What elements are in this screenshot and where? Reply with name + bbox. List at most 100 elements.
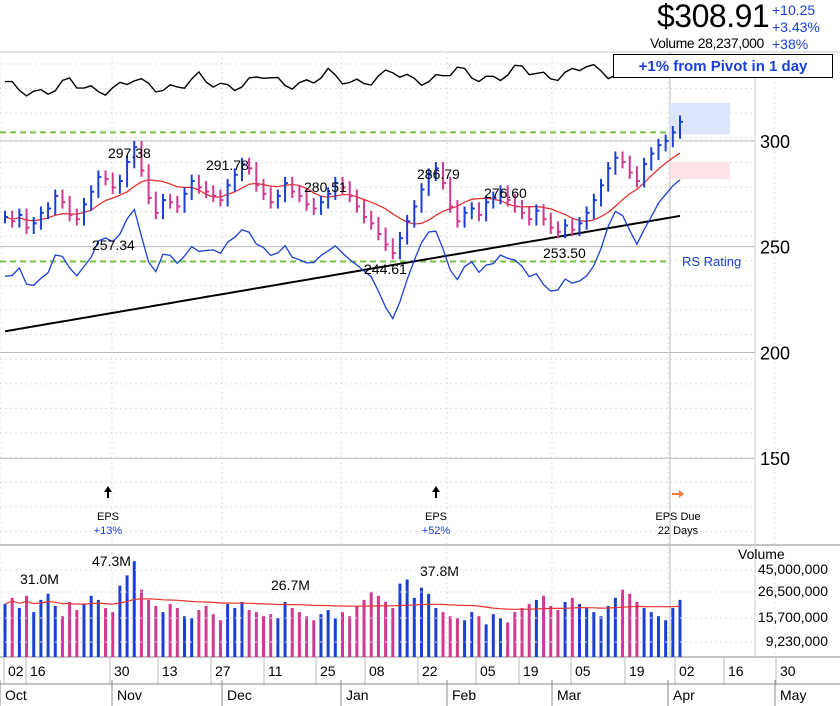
volume-bar xyxy=(664,620,668,657)
volume-bar xyxy=(125,575,129,657)
volume-bar xyxy=(628,593,632,657)
volume-bar xyxy=(592,612,596,657)
volume-bar xyxy=(319,614,323,657)
eps-arrow-icon xyxy=(432,486,440,498)
volume-bar xyxy=(606,606,610,657)
day-tick-label: 11 xyxy=(268,663,283,679)
volume-bar xyxy=(621,589,625,657)
price-quote: $308.91 xyxy=(657,0,770,34)
volume-bar xyxy=(384,601,388,657)
volume-bar xyxy=(369,591,373,657)
volume-bar xyxy=(175,608,179,657)
volume-bar xyxy=(513,612,517,657)
volume-bar xyxy=(297,612,301,657)
volume-bar xyxy=(240,601,244,657)
day-tick-label: 22 xyxy=(422,663,438,679)
eps-label: EPS xyxy=(97,511,119,523)
volume-tick-label: 9,230,000 xyxy=(766,633,828,649)
eps-label: EPS xyxy=(425,511,447,523)
volume-axis-title: Volume xyxy=(738,546,785,562)
volume-bar xyxy=(25,595,29,657)
volume-bar xyxy=(132,561,136,657)
volume-bar xyxy=(642,608,646,657)
volume-bar xyxy=(204,606,208,657)
price-annotation: 280.51 xyxy=(304,179,347,195)
volume-bar xyxy=(139,589,143,657)
change-pct: +3.43% xyxy=(772,19,820,35)
volume-bar xyxy=(197,610,201,657)
volume-bar xyxy=(427,593,431,657)
volume-bar xyxy=(60,616,64,657)
price-annotation: 291.78 xyxy=(206,157,249,173)
volume-bar xyxy=(247,610,251,657)
stock-chart: 150200250300 297.38257.34291.78280.51244… xyxy=(0,51,840,706)
volume-tick-label: 15,700,000 xyxy=(758,609,828,625)
volume-bar xyxy=(520,608,524,657)
volume-annotation: 37.8M xyxy=(420,563,459,579)
volume-bar xyxy=(527,603,531,657)
volume-bar xyxy=(211,614,215,657)
day-tick-label: 13 xyxy=(162,663,178,679)
volume-bar xyxy=(118,585,122,657)
price-annotation: 244.61 xyxy=(364,261,407,277)
volume-bar xyxy=(477,616,481,657)
volume-bar xyxy=(333,618,337,657)
sell-zone-box xyxy=(670,162,730,179)
volume-bar xyxy=(104,608,108,657)
price-annotation: 253.50 xyxy=(543,245,586,261)
volume-bar xyxy=(290,608,294,657)
volume-bar xyxy=(391,608,395,657)
volume-bar xyxy=(89,595,93,657)
volume-bar xyxy=(649,612,653,657)
month-tick-label: Dec xyxy=(227,687,252,703)
volume-bar xyxy=(412,597,416,657)
volume-bar xyxy=(498,618,502,657)
volume-bar xyxy=(599,616,603,657)
volume-bar xyxy=(233,608,237,657)
volume-bar xyxy=(341,612,344,657)
volume-bar xyxy=(254,612,258,657)
volume-bar xyxy=(355,606,359,657)
volume-bar xyxy=(585,608,589,657)
eps-value: 22 Days xyxy=(658,525,699,537)
day-tick-label: 19 xyxy=(523,663,539,679)
change-abs: +10.25 xyxy=(772,2,816,18)
volume-bar xyxy=(563,601,567,657)
volume-bar xyxy=(434,608,438,657)
month-tick-label: Nov xyxy=(117,687,142,703)
day-tick-label: 27 xyxy=(215,663,231,679)
volume-bar xyxy=(549,606,553,657)
eps-due-arrow-icon xyxy=(672,490,684,498)
month-tick-label: Jan xyxy=(346,687,369,703)
volume-bar xyxy=(161,612,165,657)
month-tick-label: May xyxy=(780,687,806,703)
day-tick-label: 30 xyxy=(114,663,130,679)
volume-bar xyxy=(53,606,57,657)
volume-quote: Volume 28,237,000 xyxy=(650,35,764,51)
day-tick-label: 16 xyxy=(728,663,744,679)
volume-bar xyxy=(305,616,309,657)
pivot-badge: +1% from Pivot in 1 day xyxy=(613,54,833,78)
volume-annotation: 26.7M xyxy=(271,577,310,593)
eps-value: +52% xyxy=(422,525,451,537)
volume-bar xyxy=(39,599,43,657)
volume-annotation: 47.3M xyxy=(92,553,131,569)
volume-bar xyxy=(68,601,72,657)
volume-bar xyxy=(441,612,445,657)
day-tick-label: 19 xyxy=(629,663,645,679)
volume-bar xyxy=(183,616,187,657)
volume-bar xyxy=(463,620,467,657)
volume-bar xyxy=(111,612,115,657)
day-tick-label: 02 xyxy=(679,663,695,679)
volume-bar xyxy=(491,614,495,657)
rs-rating-label: RS Rating xyxy=(682,254,741,269)
volume-bar xyxy=(577,603,581,657)
day-tick-label: 02 xyxy=(8,663,24,679)
volume-bar xyxy=(154,606,158,657)
volume-bar xyxy=(398,583,402,657)
day-tick-label: 05 xyxy=(480,663,496,679)
volume-bar xyxy=(613,597,617,657)
month-tick-label: Apr xyxy=(673,687,695,703)
volume-bar xyxy=(484,624,488,657)
volume-bar xyxy=(168,603,172,657)
